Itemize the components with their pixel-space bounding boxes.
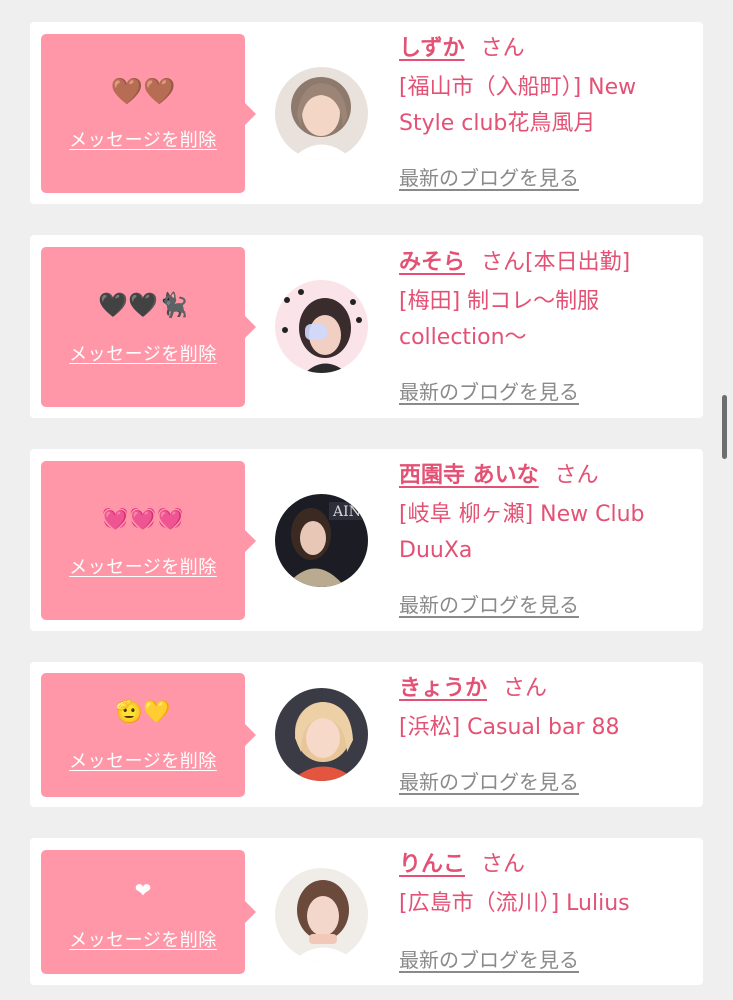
- cast-info: 西園寺 あいな さん [岐阜 柳ヶ瀬] New Club DuuXa: [399, 461, 689, 569]
- latest-blog-link[interactable]: 最新のブログを見る: [399, 162, 579, 191]
- cast-name-link[interactable]: 西園寺 あいな: [399, 463, 539, 488]
- shop-name: [広島市（流川）] Lulius: [399, 891, 630, 916]
- cast-info: きょうか さん [浜松] Casual bar 88: [399, 674, 689, 746]
- shop-name: [梅田] 制コレ〜制服collection〜: [399, 289, 600, 350]
- latest-blog-link[interactable]: 最新のブログを見る: [399, 376, 579, 405]
- message-emoji: 🤎🤎: [110, 77, 176, 107]
- avatar[interactable]: [275, 868, 368, 961]
- scrollbar-thumb[interactable]: [722, 395, 727, 459]
- svg-text:AIN: AIN: [332, 504, 361, 520]
- status-suffix: [本日出勤]: [525, 250, 631, 275]
- name-line: きょうか さん: [399, 674, 689, 704]
- shop-name: [岐阜 柳ヶ瀬] New Club DuuXa: [399, 502, 645, 563]
- honorific: さん: [503, 676, 548, 701]
- honorific: さん: [481, 852, 526, 877]
- shop-name: [福山市（入船町）] New Style club花鳥風月: [399, 75, 637, 136]
- cast-info: みそら さん[本日出勤] [梅田] 制コレ〜制服collection〜: [399, 248, 689, 356]
- delete-message-link[interactable]: メッセージを削除: [41, 747, 245, 773]
- message-card: ❤︎ メッセージを削除 りんこ さん [広島市（流川）] Lulius 最新のブロ…: [30, 838, 703, 985]
- honorific: さん: [554, 463, 599, 488]
- avatar[interactable]: [275, 280, 368, 373]
- shop-name: [浜松] Casual bar 88: [399, 715, 620, 740]
- name-line: りんこ さん: [399, 850, 689, 880]
- delete-message-link[interactable]: メッセージを削除: [41, 926, 245, 952]
- message-emoji: 💓💓💓: [101, 506, 185, 531]
- cast-name-link[interactable]: しずか: [399, 36, 465, 61]
- avatar[interactable]: [275, 67, 368, 160]
- message-bubble: 🤎🤎 メッセージを削除: [41, 34, 256, 193]
- name-line: 西園寺 あいな さん: [399, 461, 689, 491]
- message-list-page: 🤎🤎 メッセージを削除 しずか さん [福山市（入船町）] New Style c…: [0, 0, 733, 1000]
- cast-name-link[interactable]: みそら: [399, 250, 465, 275]
- message-bubble: 💓💓💓 メッセージを削除: [41, 461, 256, 620]
- cast-name-link[interactable]: きょうか: [399, 676, 487, 701]
- cast-name-link[interactable]: りんこ: [399, 852, 465, 877]
- delete-message-link[interactable]: メッセージを削除: [41, 126, 245, 152]
- cast-info: しずか さん [福山市（入船町）] New Style club花鳥風月: [399, 34, 689, 142]
- message-card: 🫡💛 メッセージを削除 きょうか さん [浜松] Casual bar 88 最新…: [30, 662, 703, 807]
- message-bubble: 🖤🖤🐈‍⬛ メッセージを削除: [41, 247, 256, 407]
- honorific: さん: [480, 36, 525, 61]
- name-line: みそら さん[本日出勤]: [399, 248, 689, 278]
- cast-info: りんこ さん [広島市（流川）] Lulius: [399, 850, 689, 922]
- message-emoji: ❤︎: [134, 878, 152, 902]
- honorific: さん: [481, 250, 526, 275]
- latest-blog-link[interactable]: 最新のブログを見る: [399, 766, 579, 795]
- message-emoji: 🫡💛: [115, 700, 171, 725]
- message-bubble: 🫡💛 メッセージを削除: [41, 673, 256, 797]
- delete-message-link[interactable]: メッセージを削除: [41, 553, 245, 579]
- name-line: しずか さん: [399, 34, 689, 64]
- latest-blog-link[interactable]: 最新のブログを見る: [399, 589, 579, 618]
- message-card: 🖤🖤🐈‍⬛ メッセージを削除 みそらさん[本日出勤] [梅田] 制コレ〜制服c: [30, 235, 703, 418]
- avatar[interactable]: AIN: [275, 494, 368, 587]
- message-bubble: ❤︎ メッセージを削除: [41, 850, 256, 974]
- message-card: 🤎🤎 メッセージを削除 しずか さん [福山市（入船町）] New Style c…: [30, 22, 703, 204]
- delete-message-link[interactable]: メッセージを削除: [41, 340, 245, 366]
- latest-blog-link[interactable]: 最新のブログを見る: [399, 944, 579, 973]
- message-card: 💓💓💓 メッセージを削除 AIN 西園寺 あいな さん [岐阜 柳ヶ瀬] New …: [30, 449, 703, 631]
- avatar[interactable]: [275, 688, 368, 781]
- message-emoji: 🖤🖤🐈‍⬛: [98, 291, 188, 319]
